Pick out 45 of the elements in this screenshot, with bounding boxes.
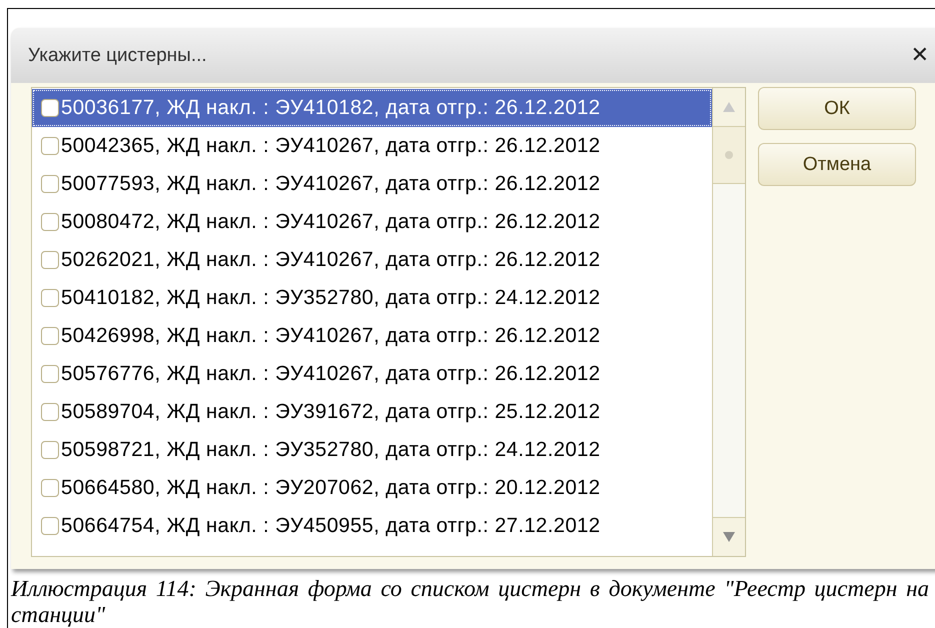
- list-item[interactable]: 50036177, ЖД накл. : ЭУ410182, дата отгр.: 26.12.2012: [32, 89, 712, 127]
- item-text: 50426998, ЖД накл. : ЭУ410267, дата отгр.: 26.12.2012: [61, 324, 600, 348]
- item-text: 50589704, ЖД накл. : ЭУ391672, дата отгр.: 25.12.2012: [61, 400, 600, 424]
- item-text: 50042365, ЖД накл. : ЭУ410267, дата отгр.: 26.12.2012: [61, 134, 600, 158]
- figure-caption: Иллюстрация 114: Экранная форма со списком цистерн в документе "Реестр цистерн на станции": [11, 576, 929, 628]
- item-text: 50077593, ЖД накл. : ЭУ410267, дата отгр.: 26.12.2012: [61, 172, 600, 196]
- list-item[interactable]: 50410182, ЖД накл. : ЭУ352780, дата отгр.: 24.12.2012: [32, 279, 712, 317]
- list-item[interactable]: 50664754, ЖД накл. : ЭУ450955, дата отгр.: 27.12.2012: [32, 507, 712, 545]
- checkbox[interactable]: [41, 289, 59, 307]
- scroll-thumb-icon[interactable]: [725, 151, 733, 159]
- checkbox[interactable]: [41, 365, 59, 383]
- close-button[interactable]: ✕: [910, 43, 929, 68]
- checkbox[interactable]: [41, 517, 59, 535]
- list-item[interactable]: 50598721, ЖД накл. : ЭУ352780, дата отгр.: 24.12.2012: [32, 431, 712, 469]
- checkbox[interactable]: [41, 441, 59, 459]
- item-text: 50576776, ЖД накл. : ЭУ410267, дата отгр.: 26.12.2012: [61, 362, 600, 386]
- item-text: 50080472, ЖД накл. : ЭУ410267, дата отгр.: 26.12.2012: [61, 210, 600, 234]
- dialog-button[interactable]: Отмена: [758, 143, 916, 186]
- list-item[interactable]: 50077593, ЖД накл. : ЭУ410267, дата отгр.: 26.12.2012: [32, 165, 712, 203]
- list-item[interactable]: 50426998, ЖД накл. : ЭУ410267, дата отгр.: 26.12.2012: [32, 317, 712, 355]
- scrollbar[interactable]: [712, 88, 745, 556]
- list-item[interactable]: 50262021, ЖД накл. : ЭУ410267, дата отгр.: 26.12.2012: [32, 241, 712, 279]
- list-item[interactable]: 50042365, ЖД накл. : ЭУ410267, дата отгр.: 26.12.2012: [32, 127, 712, 165]
- scroll-up-icon[interactable]: [722, 101, 736, 113]
- checkbox[interactable]: [41, 213, 59, 231]
- list-item[interactable]: 50664580, ЖД накл. : ЭУ207062, дата отгр.: 20.12.2012: [32, 469, 712, 507]
- checkbox[interactable]: [41, 251, 59, 269]
- list-item[interactable]: 50589704, ЖД накл. : ЭУ391672, дата отгр.: 25.12.2012: [32, 393, 712, 431]
- checkbox[interactable]: [41, 99, 59, 117]
- window-title: Укажите цистерны...: [28, 44, 207, 66]
- list-item[interactable]: 50080472, ЖД накл. : ЭУ410267, дата отгр.: 26.12.2012: [32, 203, 712, 241]
- scroll-down-icon[interactable]: [722, 531, 736, 543]
- checkbox[interactable]: [41, 137, 59, 155]
- item-text: 50410182, ЖД накл. : ЭУ352780, дата отгр.: 24.12.2012: [61, 286, 600, 310]
- checkbox[interactable]: [41, 403, 59, 421]
- item-text: 50664580, ЖД накл. : ЭУ207062, дата отгр.: 20.12.2012: [61, 476, 600, 500]
- list-item[interactable]: 50576776, ЖД накл. : ЭУ410267, дата отгр.: 26.12.2012: [32, 355, 712, 393]
- checkbox[interactable]: [41, 479, 59, 497]
- item-text: 50598721, ЖД накл. : ЭУ352780, дата отгр.: 24.12.2012: [61, 438, 600, 462]
- checkbox[interactable]: [41, 327, 59, 345]
- item-text: 50262021, ЖД накл. : ЭУ410267, дата отгр.: 26.12.2012: [61, 248, 600, 272]
- item-text: 50664754, ЖД накл. : ЭУ450955, дата отгр.: 27.12.2012: [61, 514, 600, 538]
- checkbox[interactable]: [41, 175, 59, 193]
- item-text: 50036177, ЖД накл. : ЭУ410182, дата отгр.: 26.12.2012: [61, 96, 600, 120]
- dialog-button[interactable]: ОК: [758, 87, 916, 130]
